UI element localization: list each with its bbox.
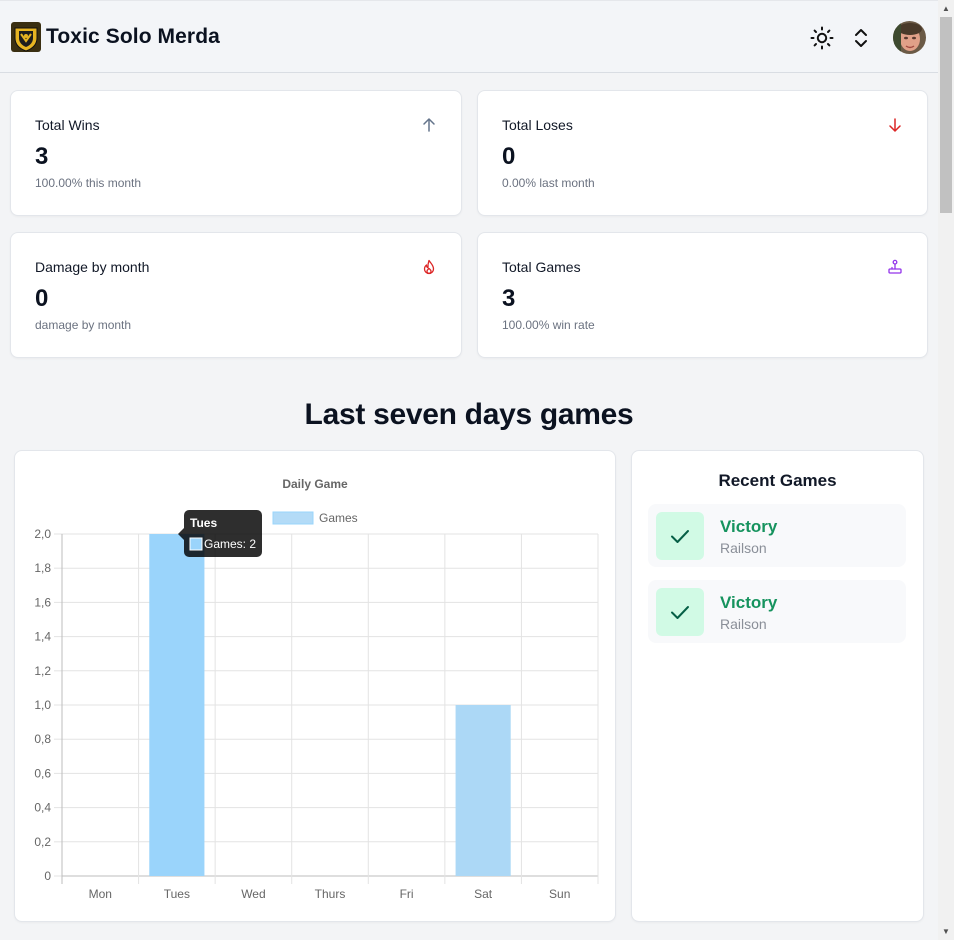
y-tick-label: 1,6 [34, 595, 51, 609]
y-tick-label: 0 [44, 869, 51, 883]
stat-subtitle: 0.00% last month [502, 176, 595, 190]
flame-icon [423, 259, 435, 275]
y-tick-label: 1,8 [34, 561, 51, 575]
y-tick-label: 1,2 [34, 664, 51, 678]
y-tick-label: 0,6 [34, 766, 51, 780]
y-tick-label: 0,2 [34, 835, 51, 849]
tooltip-title: Tues [190, 516, 217, 530]
daily-game-chart[interactable]: Daily Game Games 0 0,2 0,4 0,6 0,8 1,0 1,2 1,4 1… [15, 451, 615, 921]
y-tick-label: 2,0 [34, 527, 51, 541]
stat-card-total-games: Total Games 3 100.00% win rate [477, 232, 928, 358]
scroll-up-arrow-icon[interactable]: ▲ [938, 0, 954, 17]
x-axis-ticks: Mon Tues Wed Thurs Fri Sat Sun [89, 887, 571, 901]
chart-card: Daily Game Games 0 0,2 0,4 0,6 0,8 1,0 1,2 1,4 1… [14, 450, 616, 922]
chart-tooltip: Tues Games: 2 [178, 510, 262, 557]
chart-bar[interactable] [455, 705, 511, 876]
y-tick-label: 0,4 [34, 801, 51, 815]
game-result: Victory [720, 593, 778, 612]
stat-title: Damage by month [35, 259, 150, 275]
chart-legend[interactable]: Games [272, 511, 358, 525]
stat-subtitle: 100.00% win rate [502, 318, 595, 332]
stat-card-total-loses: Total Loses 0 0.00% last month [477, 90, 928, 216]
recent-games-title: Recent Games [718, 471, 837, 490]
y-axis-ticks: 0 0,2 0,4 0,6 0,8 1,0 1,2 1,4 1,6 1,8 2,0 [34, 527, 51, 883]
recent-game-item[interactable]: Victory Railson [648, 580, 906, 643]
stat-subtitle: 100.00% this month [35, 176, 142, 190]
legend-label: Games [319, 511, 358, 525]
brand-name[interactable]: Toxic Solo Merda [46, 25, 220, 49]
chart-title: Daily Game [282, 477, 348, 491]
scroll-down-arrow-icon[interactable]: ▼ [938, 923, 954, 940]
victory-badge [656, 588, 704, 636]
chart-grid [54, 533, 599, 884]
stat-title: Total Wins [35, 117, 100, 133]
stat-value: 0 [35, 285, 49, 312]
section-title: Last seven days games [304, 398, 634, 431]
x-tick-label: Sun [549, 887, 570, 901]
y-tick-label: 1,0 [34, 698, 51, 712]
recent-game-item[interactable]: Victory Railson [648, 504, 906, 567]
stat-value: 3 [35, 143, 49, 170]
avatar[interactable] [893, 21, 926, 54]
y-tick-label: 0,8 [34, 732, 51, 746]
stat-card-damage-by-month: Damage by month 0 damage by month [10, 232, 462, 358]
account-switch-button[interactable] [848, 25, 874, 51]
chart-bar[interactable] [149, 534, 205, 876]
sun-icon [810, 26, 834, 50]
stat-subtitle: damage by month [35, 318, 132, 332]
x-tick-label: Wed [241, 887, 265, 901]
top-header: Toxic Solo Merda [0, 0, 938, 73]
theme-toggle-button[interactable] [809, 25, 835, 51]
victory-badge [656, 512, 704, 560]
arrow-up-icon [423, 118, 435, 132]
game-player: Railson [720, 616, 767, 632]
check-icon [671, 530, 689, 543]
page: Toxic Solo Merda Total Wins 3 100.00% th… [0, 0, 938, 940]
joystick-icon [888, 259, 902, 274]
recent-games-card: Recent Games Victory Railson Victory Rai… [631, 450, 924, 922]
game-player: Railson [720, 540, 767, 556]
stat-title: Total Games [502, 259, 581, 275]
check-icon [671, 606, 689, 619]
shield-logo[interactable] [11, 22, 41, 52]
chevron-up-down-icon [855, 29, 867, 47]
vertical-scrollbar[interactable]: ▲ ▼ [938, 0, 954, 940]
x-tick-label: Mon [89, 887, 112, 901]
arrow-down-icon [889, 118, 901, 132]
x-tick-label: Tues [164, 887, 190, 901]
game-result: Victory [720, 517, 778, 536]
y-tick-label: 1,4 [34, 630, 51, 644]
x-tick-label: Fri [400, 887, 414, 901]
x-tick-label: Sat [474, 887, 493, 901]
x-tick-label: Thurs [315, 887, 346, 901]
legend-swatch [272, 511, 314, 525]
tooltip-label: Games: 2 [204, 537, 256, 551]
stat-card-total-wins: Total Wins 3 100.00% this month [10, 90, 462, 216]
stat-title: Total Loses [502, 117, 573, 133]
scrollbar-thumb[interactable] [940, 17, 952, 213]
stat-value: 0 [502, 143, 516, 170]
stat-value: 3 [502, 285, 516, 312]
tooltip-swatch [189, 537, 203, 551]
